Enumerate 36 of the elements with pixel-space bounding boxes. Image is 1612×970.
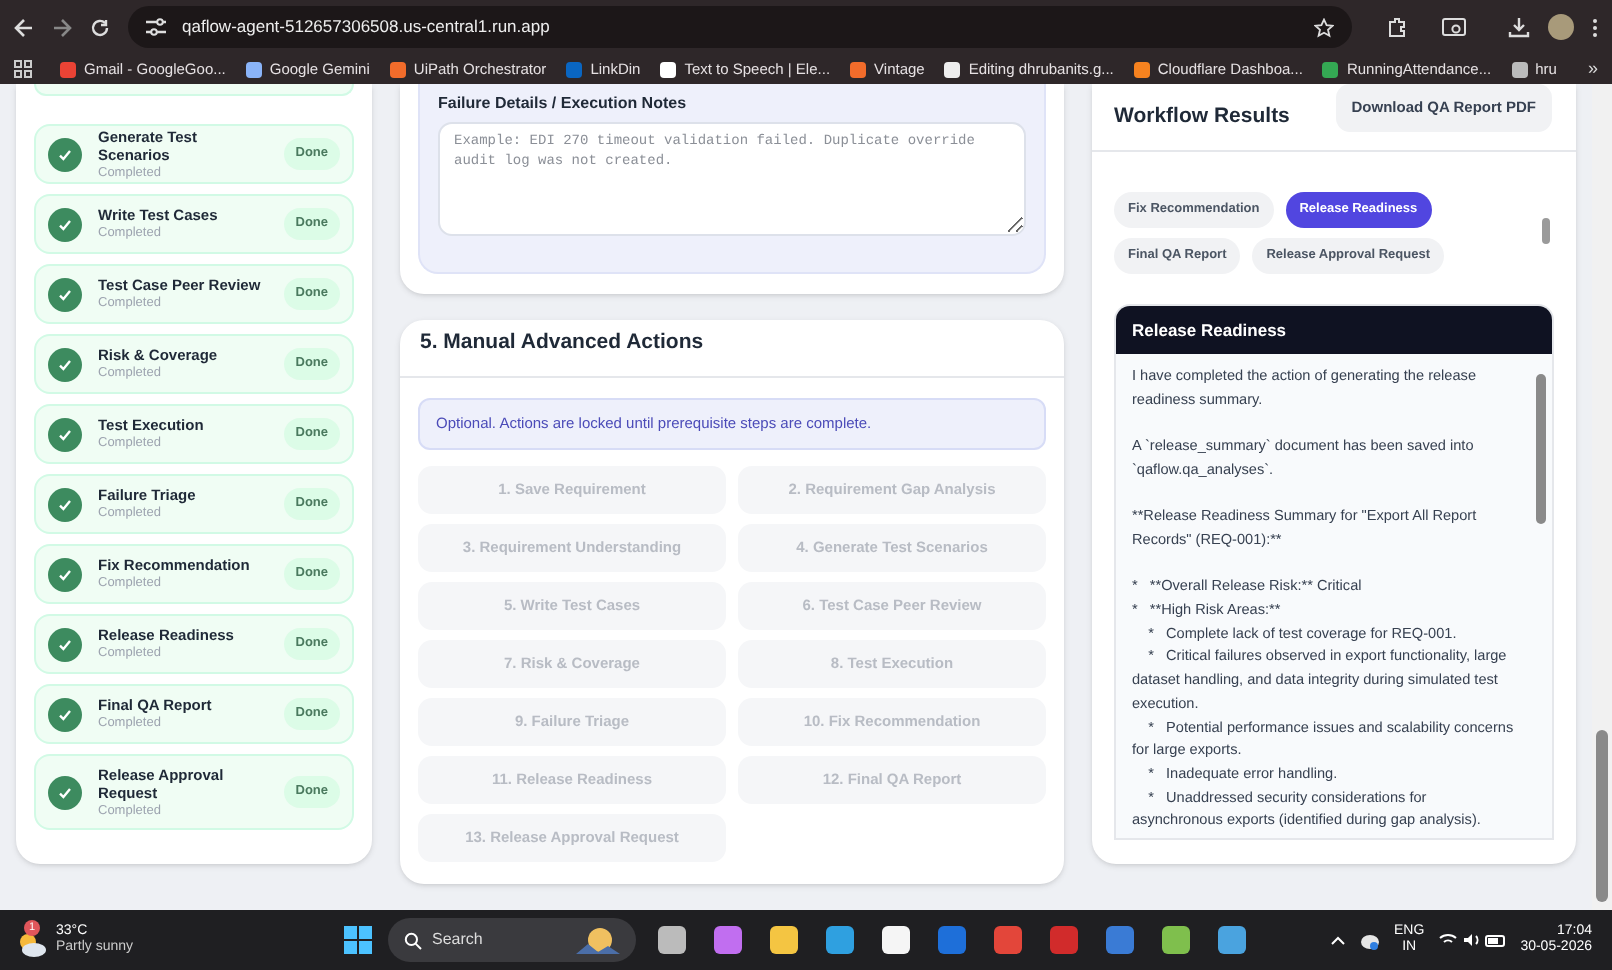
taskbar-search[interactable]: Search xyxy=(388,918,636,962)
back-icon[interactable] xyxy=(14,17,34,37)
download-icon[interactable] xyxy=(1508,16,1530,38)
site-icon xyxy=(660,61,677,77)
site-icon xyxy=(245,61,262,77)
avatar-icon[interactable] xyxy=(1548,14,1574,40)
site-icon xyxy=(1511,61,1528,77)
landscape-icon xyxy=(576,926,620,954)
panel-title: Release Readiness xyxy=(1116,306,1552,354)
site-icon xyxy=(1322,61,1339,77)
menu-icon[interactable] xyxy=(1592,17,1598,37)
system-tray-icon[interactable] xyxy=(1438,930,1507,950)
site-icon xyxy=(389,61,406,77)
extensions-icon[interactable] xyxy=(1386,16,1408,38)
section-title: 5. Manual Advanced Actions xyxy=(420,328,704,359)
forward-icon[interactable] xyxy=(52,17,72,37)
address-bar[interactable]: qaflow-agent-512657306508.us-central1.run.app xyxy=(128,6,1352,48)
site-icon xyxy=(850,61,867,77)
site-icon xyxy=(566,61,583,77)
cloud-icon[interactable] xyxy=(1360,931,1381,949)
chevron-up-icon[interactable] xyxy=(1330,934,1347,946)
star-icon[interactable] xyxy=(1314,17,1334,37)
section-title: Workflow Results xyxy=(1114,101,1290,132)
weather-icon[interactable] xyxy=(16,930,48,958)
search-icon xyxy=(404,931,422,949)
more-bookmarks-button[interactable]: » xyxy=(1587,55,1598,83)
url-text: qaflow-agent-512657306508.us-central1.run.app xyxy=(182,14,552,40)
site-icon xyxy=(1133,61,1150,77)
site-settings-icon[interactable] xyxy=(146,18,166,36)
reload-icon[interactable] xyxy=(90,17,110,37)
site-icon xyxy=(944,61,961,77)
apps-icon[interactable] xyxy=(14,60,32,78)
field-label: Failure Details / Execution Notes xyxy=(438,92,689,116)
site-icon xyxy=(60,61,76,77)
start-icon[interactable] xyxy=(344,926,372,954)
screen-search-icon[interactable] xyxy=(1442,17,1466,37)
